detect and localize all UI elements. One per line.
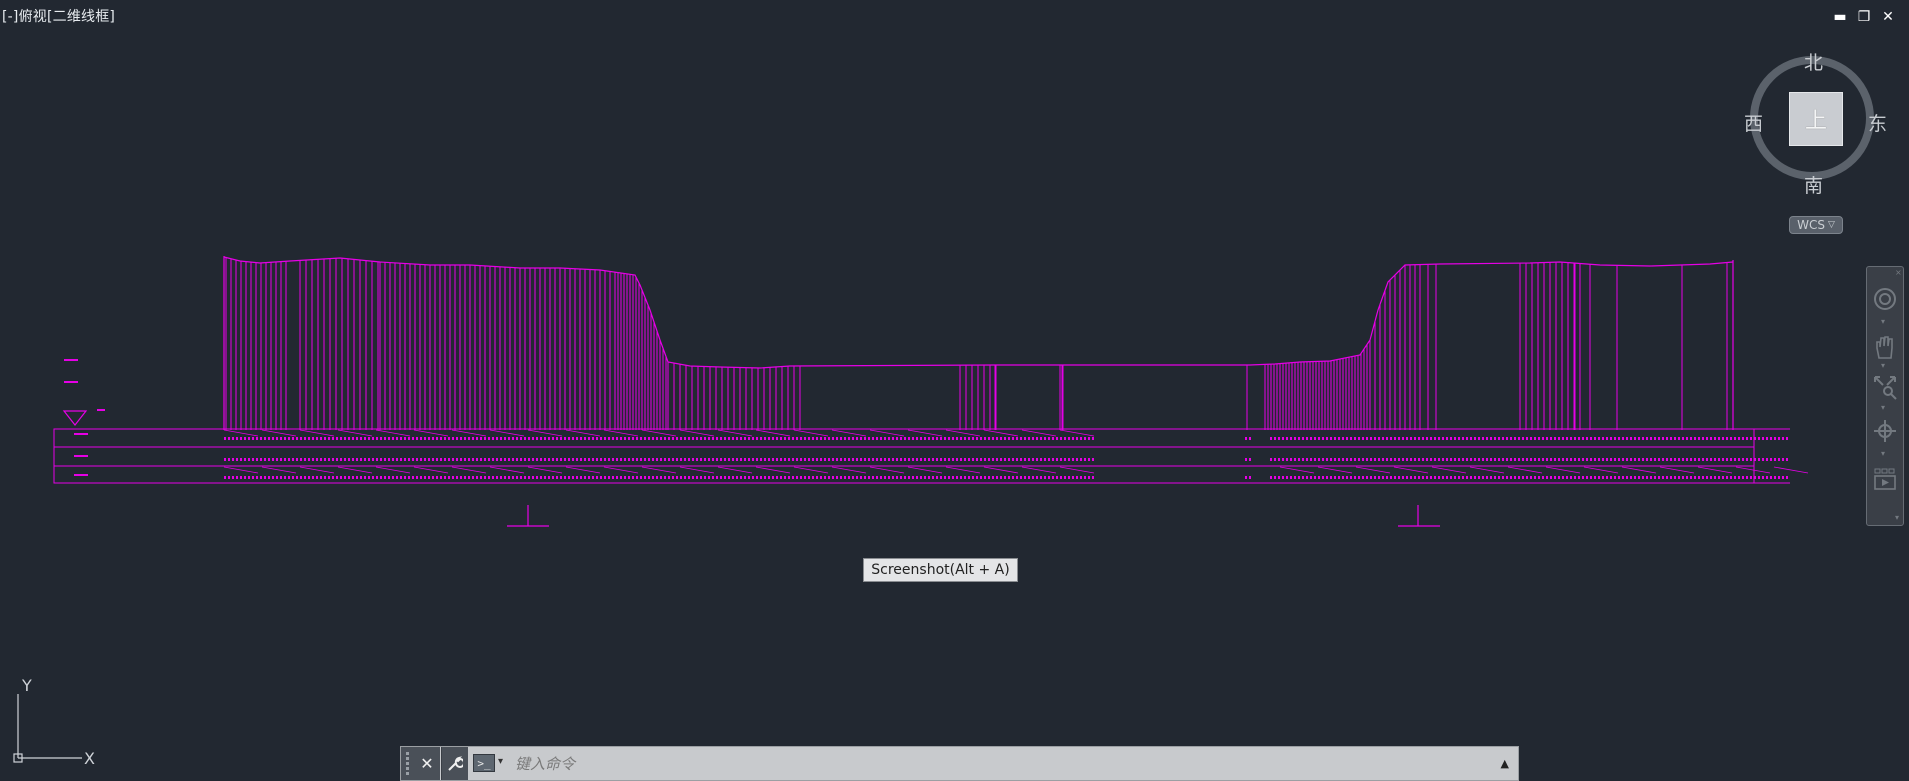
ucs-y-label: Y — [21, 676, 32, 695]
legend-row2 — [74, 455, 88, 457]
close-icon[interactable]: ✕ — [414, 747, 440, 780]
command-prompt-icon[interactable]: >_ — [473, 754, 495, 772]
command-line: ✕ >_ ▾ ▲ — [400, 746, 1519, 781]
orbit-icon[interactable] — [1871, 417, 1899, 445]
ucs-icon: Y X — [13, 676, 95, 766]
pan-hand-icon[interactable] — [1871, 333, 1899, 361]
chevron-down-icon[interactable]: ▾ — [1881, 403, 1885, 412]
showmotion-icon[interactable] — [1871, 465, 1899, 493]
chevron-up-icon[interactable]: ▲ — [1501, 757, 1509, 770]
chevron-down-icon[interactable]: ▾ — [1881, 361, 1885, 370]
viewcube-north[interactable]: 北 — [1804, 48, 1823, 75]
wcs-label: WCS — [1797, 218, 1825, 232]
datum-label — [97, 409, 105, 411]
drawing-canvas[interactable] — [0, 0, 1909, 781]
chevron-down-icon[interactable]: ▾ — [1881, 449, 1885, 458]
drag-handle-icon[interactable] — [401, 747, 414, 780]
viewcube-south[interactable]: 南 — [1804, 171, 1823, 198]
data-table-values — [224, 437, 1788, 479]
chevron-down-icon[interactable]: ▾ — [498, 756, 503, 767]
datum-triangle — [62, 410, 88, 426]
navigation-bar: ▾ ▾ ▾ ▾ × ▾ — [1866, 266, 1904, 526]
legend-row3 — [74, 474, 88, 476]
close-icon[interactable]: × — [1895, 268, 1902, 277]
left-legend — [64, 359, 105, 476]
chevron-down-icon[interactable]: ▾ — [1895, 513, 1899, 522]
chevron-down-icon: ▽ — [1827, 220, 1835, 230]
legend-row1 — [74, 433, 88, 435]
wcs-dropdown[interactable]: WCS ▽ — [1789, 216, 1843, 234]
viewcube[interactable]: 北 南 西 东 上 — [1740, 48, 1890, 208]
viewcube-top-face[interactable]: 上 — [1789, 92, 1843, 146]
tooltip: Screenshot(Alt + A) — [863, 558, 1018, 582]
zoom-extents-icon[interactable] — [1871, 373, 1899, 401]
wrench-icon[interactable] — [441, 747, 468, 780]
ucs-x-label: X — [84, 749, 95, 766]
profile-vertical-lines — [225, 257, 1728, 430]
legend-scale-h — [64, 359, 78, 361]
legend-scale-v — [64, 381, 78, 383]
viewcube-east[interactable]: 东 — [1868, 109, 1887, 136]
viewcube-west[interactable]: 西 — [1744, 109, 1763, 136]
steering-wheel-icon[interactable] — [1871, 285, 1899, 313]
section-markers — [507, 505, 1440, 527]
command-input[interactable] — [513, 753, 1477, 775]
chevron-down-icon[interactable]: ▾ — [1881, 317, 1885, 326]
